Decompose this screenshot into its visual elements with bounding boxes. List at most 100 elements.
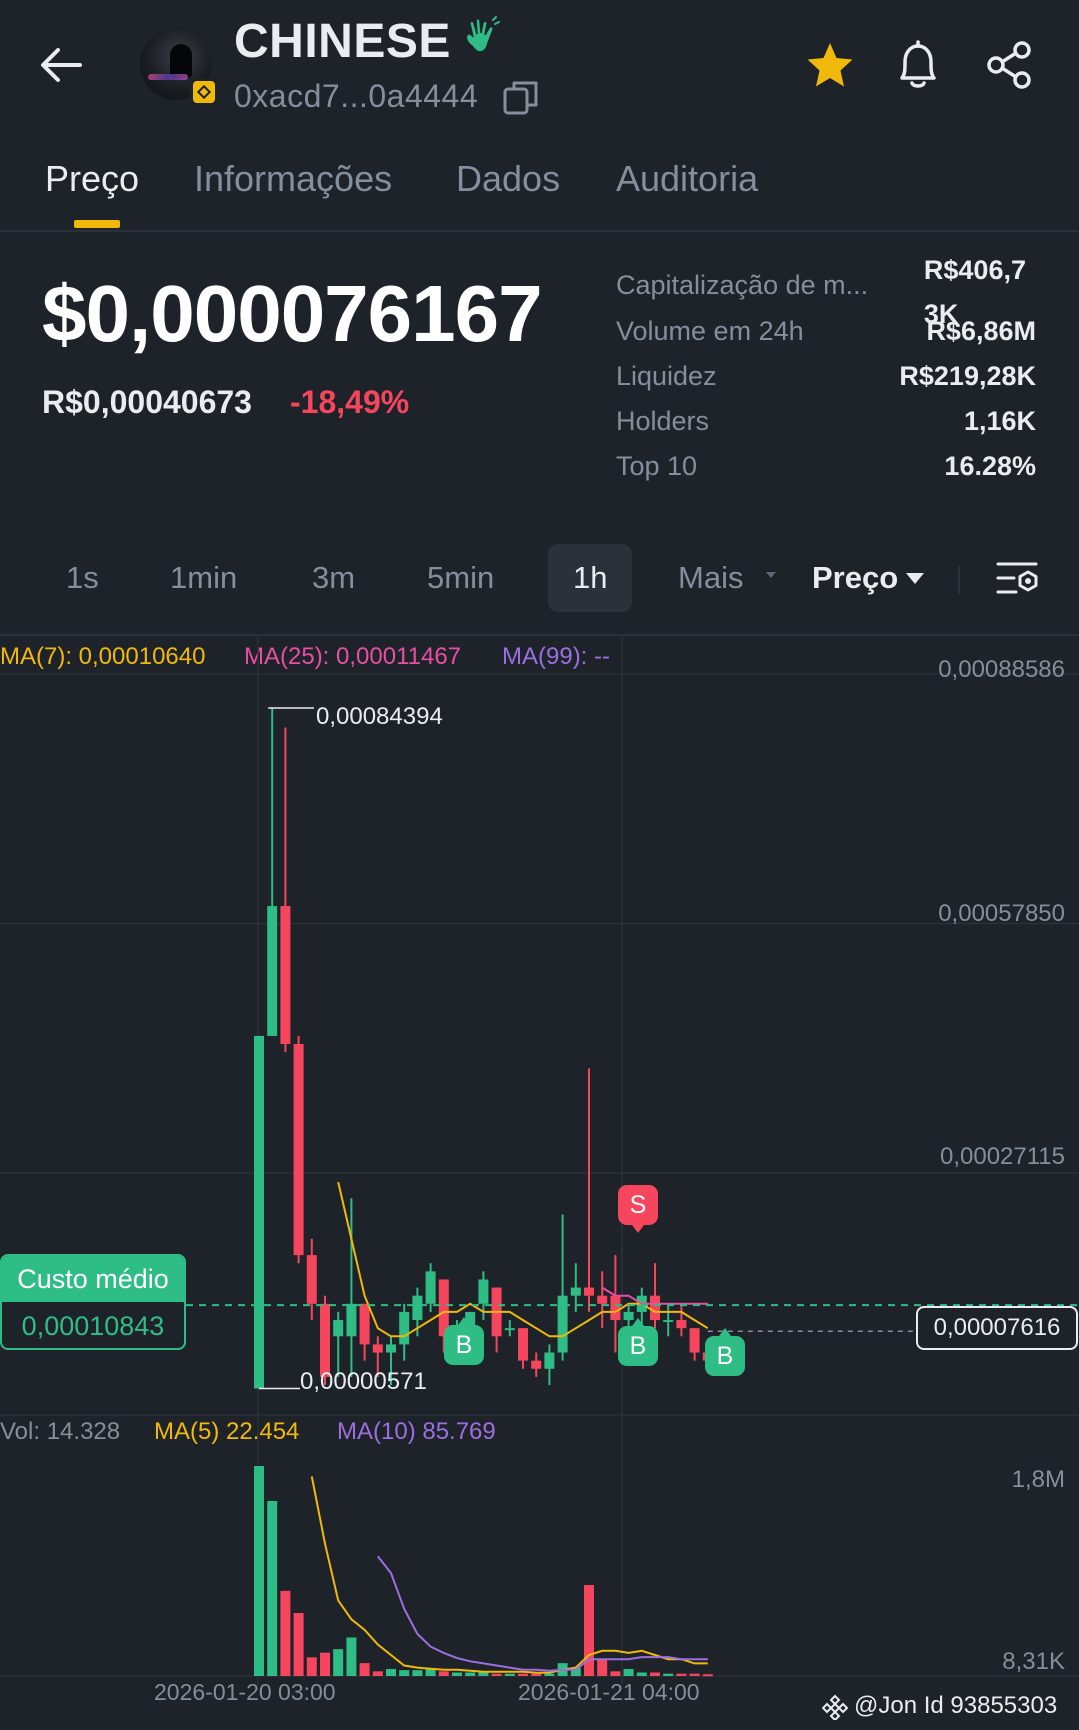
interval-1s[interactable]: 1s [66, 560, 99, 596]
volume-bar [293, 1613, 304, 1676]
volume-bar [531, 1673, 542, 1676]
bell-icon[interactable] [892, 38, 944, 92]
volume-bar [689, 1673, 700, 1676]
caret-down-icon [906, 573, 924, 584]
tab-informacoes[interactable]: Informações [194, 158, 392, 200]
price-change: -18,49% [290, 384, 410, 420]
chart-settings-icon[interactable] [994, 556, 1042, 600]
stat-label-volume: Volume em 24h [616, 316, 804, 346]
candle-body [504, 1328, 515, 1331]
volume-bar [504, 1673, 515, 1676]
volume-bar [465, 1672, 476, 1676]
price-brl: R$0,00040673 [42, 384, 252, 420]
volume-legend: Vol: 14.328 [0, 1418, 121, 1445]
y-tick-label: 0,00057850 [938, 900, 1065, 927]
price-chart[interactable] [0, 636, 1079, 1730]
volume-bar [346, 1637, 357, 1676]
volume-tick-label: 1,8M [1011, 1466, 1065, 1493]
interval-1h[interactable]: 1h [573, 560, 607, 596]
tab-preco[interactable]: Preço [45, 158, 139, 200]
candle-body [425, 1271, 436, 1304]
buy-marker[interactable]: B [705, 1328, 745, 1376]
interval-more[interactable]: Mais [678, 560, 743, 596]
bnb-chain-icon [190, 78, 218, 106]
watermark: @Jon Id 93855303 [854, 1692, 1058, 1719]
share-icon[interactable] [984, 38, 1036, 92]
candle-body [570, 1287, 581, 1296]
volume-bar [597, 1659, 608, 1676]
price-usd: $0,000076167 [42, 269, 543, 358]
volume-bar [438, 1671, 449, 1676]
binance-logo-icon [822, 1694, 848, 1720]
average-cost-value: 0,00010843 [21, 1311, 165, 1341]
volume-bar [636, 1672, 647, 1676]
stat-label-holders: Holders [616, 406, 710, 436]
candle-body [359, 1303, 370, 1345]
active-tab-indicator [74, 220, 120, 228]
volume-bar [359, 1663, 370, 1676]
candle-body [346, 1303, 357, 1337]
candle-body [399, 1311, 410, 1345]
volume-bar [518, 1673, 528, 1676]
candle-body [478, 1279, 489, 1304]
vol-ma10-line [377, 1555, 708, 1672]
y-tick-label: 0,00088586 [938, 656, 1065, 683]
volume-bar [610, 1671, 621, 1676]
average-cost-badge[interactable]: Custo médio 0,00010843 [0, 1254, 186, 1350]
token-address: 0xacd7...0a4444 [234, 78, 479, 114]
y-tick-label: 0,00027115 [939, 1143, 1065, 1170]
chart-mode-dropdown[interactable]: Preço [812, 560, 898, 596]
candle-body [254, 1035, 264, 1389]
interval-1min[interactable]: 1min [170, 560, 237, 596]
tab-auditoria[interactable]: Auditoria [616, 158, 758, 200]
volume-bar [254, 1466, 264, 1676]
tab-bar: Preço Informações Dados Auditoria [0, 150, 1079, 232]
volume-bar [386, 1669, 396, 1676]
volume-bar [676, 1673, 687, 1676]
stat-label-market-cap: Capitalização de m... [616, 270, 869, 300]
volume-bar [491, 1673, 502, 1676]
candle-body [386, 1344, 396, 1353]
stat-label-liquidity: Liquidez [616, 361, 717, 391]
sell-marker[interactable]: S [618, 1185, 658, 1233]
header: CHINESE 0xacd7...0a4444 [0, 0, 1079, 130]
volume-bar [267, 1501, 278, 1676]
volume-bar [650, 1672, 660, 1676]
buy-marker[interactable]: B [444, 1317, 484, 1365]
interval-5min[interactable]: 5min [427, 560, 494, 596]
buy-marker[interactable]: B [618, 1318, 658, 1366]
copy-icon[interactable] [502, 78, 540, 116]
stat-value-holders: 1,16K [963, 406, 1036, 436]
candle-body [518, 1328, 528, 1361]
back-arrow-icon[interactable] [36, 40, 86, 90]
volume-bar [333, 1649, 344, 1676]
more-arrow-icon [766, 572, 776, 578]
candle-body [610, 1295, 621, 1321]
vol-ma5-legend: MA(5) 22.454 [154, 1418, 300, 1445]
volume-tick-label: 8,31K [1002, 1648, 1065, 1675]
candle-body [412, 1295, 423, 1321]
candle-body [663, 1320, 674, 1323]
tab-dados[interactable]: Dados [456, 158, 560, 200]
volume-bar [306, 1657, 317, 1676]
volume-bar [478, 1672, 489, 1676]
candle-body [597, 1295, 608, 1304]
stat-value-top10: 16.28% [944, 451, 1036, 481]
volume-bar [663, 1673, 674, 1676]
vol-ma10-legend: MA(10) 85.769 [337, 1418, 496, 1445]
average-cost-label: Custo médio [2, 1256, 184, 1302]
star-icon[interactable] [804, 40, 856, 92]
candle-body [689, 1328, 700, 1353]
candle-body [544, 1352, 555, 1369]
candle-body [676, 1320, 687, 1329]
waving-hand-icon [465, 16, 500, 53]
candle-body [320, 1303, 330, 1377]
volume-bar [372, 1671, 383, 1676]
interval-3m[interactable]: 3m [312, 560, 355, 596]
x-tick-label: 2026-01-21 04:00 [518, 1679, 700, 1705]
divider [958, 566, 960, 594]
candle-body [333, 1320, 344, 1337]
volume-bar [280, 1590, 291, 1676]
volume-bar [452, 1672, 462, 1676]
candle-body [293, 1044, 304, 1256]
